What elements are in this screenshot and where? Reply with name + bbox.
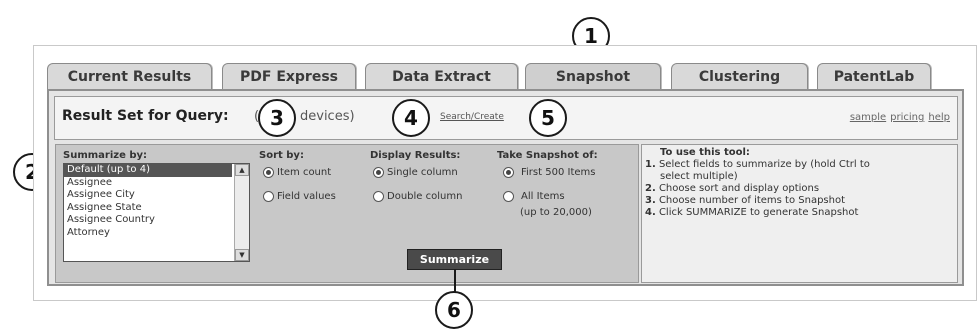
instruction-step: 3. Choose number of items to Snapshot bbox=[645, 195, 846, 206]
radio-icon[interactable] bbox=[503, 191, 514, 202]
list-item[interactable]: Assignee City bbox=[64, 189, 249, 202]
tab-clustering[interactable]: Clustering bbox=[671, 63, 808, 90]
tab-pdf-express[interactable]: PDF Express bbox=[222, 63, 356, 90]
display-option-label: Single column bbox=[387, 167, 458, 178]
pricing-link[interactable]: pricing bbox=[890, 112, 924, 123]
list-item[interactable]: Assignee Country bbox=[64, 214, 249, 227]
search-create-link[interactable]: Search/Create bbox=[440, 112, 528, 122]
sort-option-label: Field values bbox=[277, 191, 336, 202]
tab-patentlab[interactable]: PatentLab bbox=[817, 63, 931, 90]
sample-link[interactable]: sample bbox=[850, 112, 886, 123]
tab-current-results[interactable]: Current Results bbox=[47, 63, 212, 90]
summarize-button[interactable]: Summarize bbox=[407, 249, 502, 270]
scroll-down-arrow-icon[interactable]: ▼ bbox=[235, 249, 249, 261]
list-item[interactable]: Attorney bbox=[64, 227, 249, 240]
radio-icon[interactable] bbox=[373, 191, 384, 202]
sort-item-count-radio[interactable]: Item count bbox=[263, 167, 331, 178]
list-item[interactable]: Default (up to 4) bbox=[64, 164, 232, 177]
display-results-label: Display Results: bbox=[370, 150, 461, 161]
instruction-step: select multiple) bbox=[660, 171, 738, 182]
snapshot-all-items-radio[interactable]: All Items bbox=[503, 191, 565, 202]
query-text-end: devices) bbox=[300, 109, 355, 124]
list-item[interactable]: Assignee bbox=[64, 177, 249, 190]
help-link[interactable]: help bbox=[928, 112, 950, 123]
instruction-step: 1. Select fields to summarize by (hold C… bbox=[645, 159, 870, 170]
sort-by-label: Sort by: bbox=[259, 150, 304, 161]
list-item[interactable]: Assignee State bbox=[64, 202, 249, 215]
snapshot-of-label: Take Snapshot of: bbox=[497, 150, 598, 161]
callout-4: 4 bbox=[392, 99, 430, 137]
tab-snapshot[interactable]: Snapshot bbox=[525, 63, 661, 90]
page-title: Result Set for Query: bbox=[62, 108, 229, 124]
instructions-title: To use this tool: bbox=[660, 147, 750, 158]
radio-selected-icon[interactable] bbox=[373, 167, 384, 178]
callout-6: 6 bbox=[435, 291, 473, 329]
help-links: sample pricing help bbox=[846, 112, 950, 123]
display-double-column-radio[interactable]: Double column bbox=[373, 191, 462, 202]
display-single-column-radio[interactable]: Single column bbox=[373, 167, 458, 178]
snapshot-option-label: First 500 Items bbox=[521, 167, 596, 178]
sort-field-values-radio[interactable]: Field values bbox=[263, 191, 336, 202]
radio-selected-icon[interactable] bbox=[503, 167, 514, 178]
snapshot-first-500-radio[interactable]: First 500 Items bbox=[503, 167, 595, 178]
snapshot-limit-note: (up to 20,000) bbox=[520, 207, 592, 218]
radio-selected-icon[interactable] bbox=[263, 167, 274, 178]
tab-data-extract[interactable]: Data Extract bbox=[365, 63, 518, 90]
radio-icon[interactable] bbox=[263, 191, 274, 202]
sort-option-label: Item count bbox=[277, 167, 332, 178]
scroll-up-arrow-icon[interactable]: ▲ bbox=[235, 164, 249, 176]
callout-3: 3 bbox=[258, 99, 296, 137]
instruction-step: 2. Choose sort and display options bbox=[645, 183, 820, 194]
snapshot-option-label: All Items bbox=[521, 191, 565, 202]
callout-5: 5 bbox=[529, 99, 567, 137]
summarize-by-label: Summarize by: bbox=[63, 150, 148, 161]
display-option-label: Double column bbox=[387, 191, 463, 202]
instruction-step: 4. Click SUMMARIZE to generate Snapshot bbox=[645, 207, 859, 218]
listbox-scrollbar[interactable]: ▲ ▼ bbox=[234, 164, 249, 261]
summarize-fields-listbox[interactable]: Default (up to 4) Assignee Assignee City… bbox=[63, 163, 250, 262]
